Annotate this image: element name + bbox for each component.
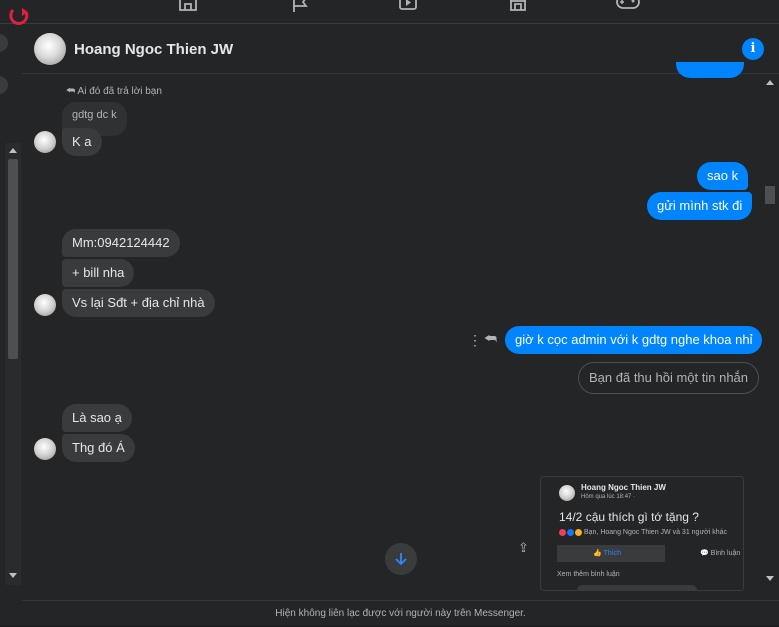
post-time: Hôm qua lúc 18:47 ·	[581, 494, 636, 500]
home-icon[interactable]	[176, 0, 200, 14]
chat-header: Hoang Ngoc Thien JW i	[22, 24, 779, 74]
scroll-down-icon[interactable]	[9, 573, 17, 578]
scroll-down-icon[interactable]	[766, 576, 774, 581]
contact-name[interactable]: Hoang Ngoc Thien JW	[74, 41, 233, 58]
reactions-text: Bạn, Hoang Ngoc Thien JW và 31 người khá…	[584, 529, 728, 536]
more-comments-link[interactable]: Xem thêm bình luận	[557, 571, 620, 578]
comment-button[interactable]: 💬 Bình luận	[700, 545, 740, 562]
watch-icon[interactable]	[396, 0, 420, 14]
top-nav-bar	[0, 0, 779, 24]
contact-avatar-small[interactable]	[34, 131, 56, 153]
message-bubble[interactable]: sao k	[697, 162, 749, 190]
info-icon[interactable]: i	[742, 38, 764, 60]
chat-scrollbar[interactable]	[762, 76, 779, 591]
thumbs-up-icon: 👍	[593, 550, 604, 557]
marketplace-icon[interactable]	[506, 0, 530, 14]
comment-preview	[577, 585, 697, 590]
like-label: Thích	[603, 550, 622, 557]
gaming-icon[interactable]	[616, 0, 640, 14]
scroll-to-bottom-button[interactable]	[385, 543, 417, 575]
message-bubble[interactable]: gửi mình stk đi	[647, 192, 753, 220]
sidebar-icon-chat[interactable]	[0, 34, 8, 52]
post-author: Hoang Ngoc Thien JW	[581, 483, 666, 492]
more-options-icon[interactable]: ⋮	[468, 332, 482, 349]
scroll-up-icon[interactable]	[9, 148, 17, 153]
reply-indicator-text: Ai đó đã trả lời bạn	[77, 86, 162, 97]
scrollbar-thumb[interactable]	[8, 159, 18, 359]
chat-scrollbar-thumb[interactable]	[765, 186, 775, 204]
message-bubble[interactable]: Thg đó Á	[62, 434, 135, 462]
reply-icon[interactable]: ⮪	[484, 330, 497, 347]
flag-icon[interactable]	[288, 0, 312, 14]
message-bubble[interactable]: + bill nha	[62, 259, 135, 287]
post-reactions: Bạn, Hoang Ngoc Thien JW và 31 người khá…	[559, 529, 727, 536]
contact-avatar-small[interactable]	[34, 438, 56, 460]
sidebar-icon-settings[interactable]	[0, 76, 8, 94]
chat-window: Hoang Ngoc Thien JW i ⮪ Ai đó đã trả lời…	[22, 24, 779, 626]
footer-notice: Hiện không liên lạc được với người này t…	[22, 600, 779, 626]
message-bubble[interactable]: Mm:0942124442	[62, 229, 180, 257]
message-bubble[interactable]: K a	[62, 128, 102, 156]
left-scrollbar[interactable]	[5, 143, 21, 585]
message-bubble[interactable]: Vs lại Sđt + địa chỉ nhà	[62, 289, 215, 317]
contact-avatar[interactable]	[34, 33, 66, 65]
haha-reaction-icon	[575, 529, 582, 536]
shared-post-content: Hoang Ngoc Thien JW Hôm qua lúc 18:47 · …	[555, 477, 743, 590]
reply-icon: ⮪	[66, 86, 76, 97]
message-bubble[interactable]: giờ k cọc admin với k gdtg nghe khoa nhỉ	[505, 326, 763, 354]
message-bubble[interactable]: Là sao ạ	[62, 404, 132, 432]
like-reaction-icon	[567, 529, 574, 536]
share-icon[interactable]: ⇪	[518, 540, 529, 556]
love-reaction-icon	[559, 529, 566, 536]
message-bubble-partial[interactable]	[676, 62, 744, 78]
scroll-up-icon[interactable]	[766, 80, 774, 85]
post-text: 14/2 cậu thích gì tớ tặng ?	[559, 510, 699, 524]
reply-indicator: ⮪ Ai đó đã trả lời bạn	[66, 86, 162, 97]
arrow-down-icon	[395, 553, 407, 566]
unsent-message: Bạn đã thu hồi một tin nhắn	[578, 362, 760, 394]
comment-icon: 💬	[700, 550, 711, 557]
post-author-avatar	[559, 485, 575, 501]
shared-post-card[interactable]: Hoang Ngoc Thien JW Hôm qua lúc 18:47 · …	[540, 476, 744, 591]
comment-label: Bình luận	[710, 550, 741, 557]
like-button[interactable]: 👍 Thích	[557, 545, 665, 562]
contact-avatar-small[interactable]	[34, 294, 56, 316]
